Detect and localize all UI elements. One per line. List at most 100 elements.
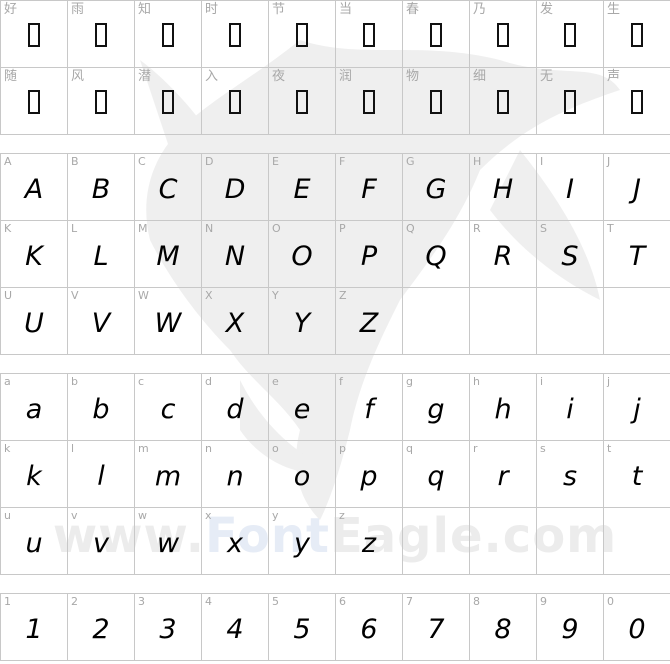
glyph-sample: 2 bbox=[92, 614, 110, 645]
glyph-cell: 时 bbox=[202, 1, 269, 68]
glyph-sample: W bbox=[154, 308, 182, 339]
missing-glyph-box-icon bbox=[497, 23, 509, 47]
glyph-sample: x bbox=[227, 528, 243, 559]
glyph-sample: d bbox=[226, 394, 244, 425]
glyph-label: N bbox=[205, 222, 214, 235]
glyph-cell: ii bbox=[537, 374, 604, 441]
glyph-cell: PP bbox=[336, 221, 403, 288]
glyph-sample: q bbox=[427, 461, 445, 492]
glyph-sample: D bbox=[224, 174, 246, 205]
missing-glyph-box-icon bbox=[497, 90, 509, 114]
glyph-sample: U bbox=[24, 308, 44, 339]
glyph-cell: NN bbox=[202, 221, 269, 288]
glyph-label: A bbox=[4, 155, 12, 168]
empty-cell bbox=[470, 508, 537, 575]
glyph-label: v bbox=[71, 509, 78, 522]
glyph-label: p bbox=[339, 442, 346, 455]
glyph-label: H bbox=[473, 155, 482, 168]
glyph-sample: P bbox=[360, 241, 378, 272]
glyph-sample: Z bbox=[359, 308, 379, 339]
glyph-cell: 润 bbox=[336, 68, 403, 135]
glyph-cell: 随 bbox=[1, 68, 68, 135]
glyph-sample: G bbox=[425, 174, 447, 205]
glyph-sample: u bbox=[25, 528, 43, 559]
glyph-cell: cc bbox=[135, 374, 202, 441]
glyph-cell: MM bbox=[135, 221, 202, 288]
glyph-label: 节 bbox=[272, 2, 286, 17]
glyph-cell: 33 bbox=[135, 594, 202, 661]
glyph-cell: xx bbox=[202, 508, 269, 575]
glyph-sample: 1 bbox=[25, 614, 43, 645]
glyph-cell: EE bbox=[269, 154, 336, 221]
glyph-cell: gg bbox=[403, 374, 470, 441]
glyph-sample: 4 bbox=[226, 614, 244, 645]
glyph-cell: ZZ bbox=[336, 288, 403, 355]
glyph-cell: 入 bbox=[202, 68, 269, 135]
glyph-label: G bbox=[406, 155, 415, 168]
glyph-label: b bbox=[71, 375, 78, 388]
glyph-label: 润 bbox=[339, 69, 353, 84]
glyph-cell: QQ bbox=[403, 221, 470, 288]
glyph-sample: E bbox=[293, 174, 311, 205]
glyph-sample: M bbox=[156, 241, 180, 272]
glyph-sample: H bbox=[492, 174, 514, 205]
missing-glyph-box-icon bbox=[28, 90, 40, 114]
glyph-cell: 77 bbox=[403, 594, 470, 661]
glyph-label: Y bbox=[272, 289, 279, 302]
glyph-label: J bbox=[607, 155, 611, 168]
glyph-cell: nn bbox=[202, 441, 269, 508]
glyph-sample: L bbox=[93, 241, 109, 272]
glyph-cell: 节 bbox=[269, 1, 336, 68]
glyph-label: 当 bbox=[339, 2, 353, 17]
glyph-sample: n bbox=[226, 461, 244, 492]
glyph-cell: SS bbox=[537, 221, 604, 288]
glyph-cell: 乃 bbox=[470, 1, 537, 68]
glyph-label: L bbox=[71, 222, 78, 235]
glyph-cell: DD bbox=[202, 154, 269, 221]
glyph-label: R bbox=[473, 222, 481, 235]
glyph-cell: RR bbox=[470, 221, 537, 288]
glyph-cell: mm bbox=[135, 441, 202, 508]
glyph-cell: 当 bbox=[336, 1, 403, 68]
glyph-cell: yy bbox=[269, 508, 336, 575]
glyph-label: W bbox=[138, 289, 149, 302]
glyph-cell: 声 bbox=[604, 68, 670, 135]
glyph-sample: R bbox=[493, 241, 513, 272]
glyph-label: 细 bbox=[473, 69, 487, 84]
missing-glyph-box-icon bbox=[229, 90, 241, 114]
glyph-label: o bbox=[272, 442, 279, 455]
empty-cell bbox=[470, 288, 537, 355]
glyph-label: 雨 bbox=[71, 2, 85, 17]
glyph-sample: Q bbox=[425, 241, 447, 272]
glyph-sample: r bbox=[497, 461, 509, 492]
glyph-cell: JJ bbox=[604, 154, 670, 221]
glyph-cell: TT bbox=[604, 221, 670, 288]
missing-glyph-box-icon bbox=[631, 23, 643, 47]
glyph-label: 夜 bbox=[272, 69, 286, 84]
glyph-label: 4 bbox=[205, 595, 212, 608]
cjk-glyph-grid: 好 雨 知 时 节 当 春 乃 发 生随 风 潜 入 夜 润 物 细 无 声 bbox=[0, 0, 670, 135]
glyph-label: u bbox=[4, 509, 11, 522]
glyph-label: 6 bbox=[339, 595, 346, 608]
glyph-sample: 0 bbox=[628, 614, 646, 645]
glyph-label: K bbox=[4, 222, 12, 235]
glyph-cell: WW bbox=[135, 288, 202, 355]
missing-glyph-box-icon bbox=[162, 90, 174, 114]
empty-cell bbox=[604, 288, 670, 355]
glyph-label: e bbox=[272, 375, 279, 388]
glyph-cell: 44 bbox=[202, 594, 269, 661]
glyph-sample: C bbox=[158, 174, 178, 205]
empty-cell bbox=[537, 288, 604, 355]
glyph-sample: A bbox=[24, 174, 44, 205]
glyph-cell: YY bbox=[269, 288, 336, 355]
glyph-label: U bbox=[4, 289, 13, 302]
glyph-label: P bbox=[339, 222, 346, 235]
glyph-label: Q bbox=[406, 222, 415, 235]
missing-glyph-box-icon bbox=[296, 23, 308, 47]
glyph-cell: 11 bbox=[1, 594, 68, 661]
digit-glyph-grid: 11223344556677889900 bbox=[0, 593, 670, 661]
glyph-sample: Y bbox=[293, 308, 311, 339]
glyph-sample: o bbox=[293, 461, 311, 492]
glyph-label: 0 bbox=[607, 595, 614, 608]
empty-cell bbox=[604, 508, 670, 575]
